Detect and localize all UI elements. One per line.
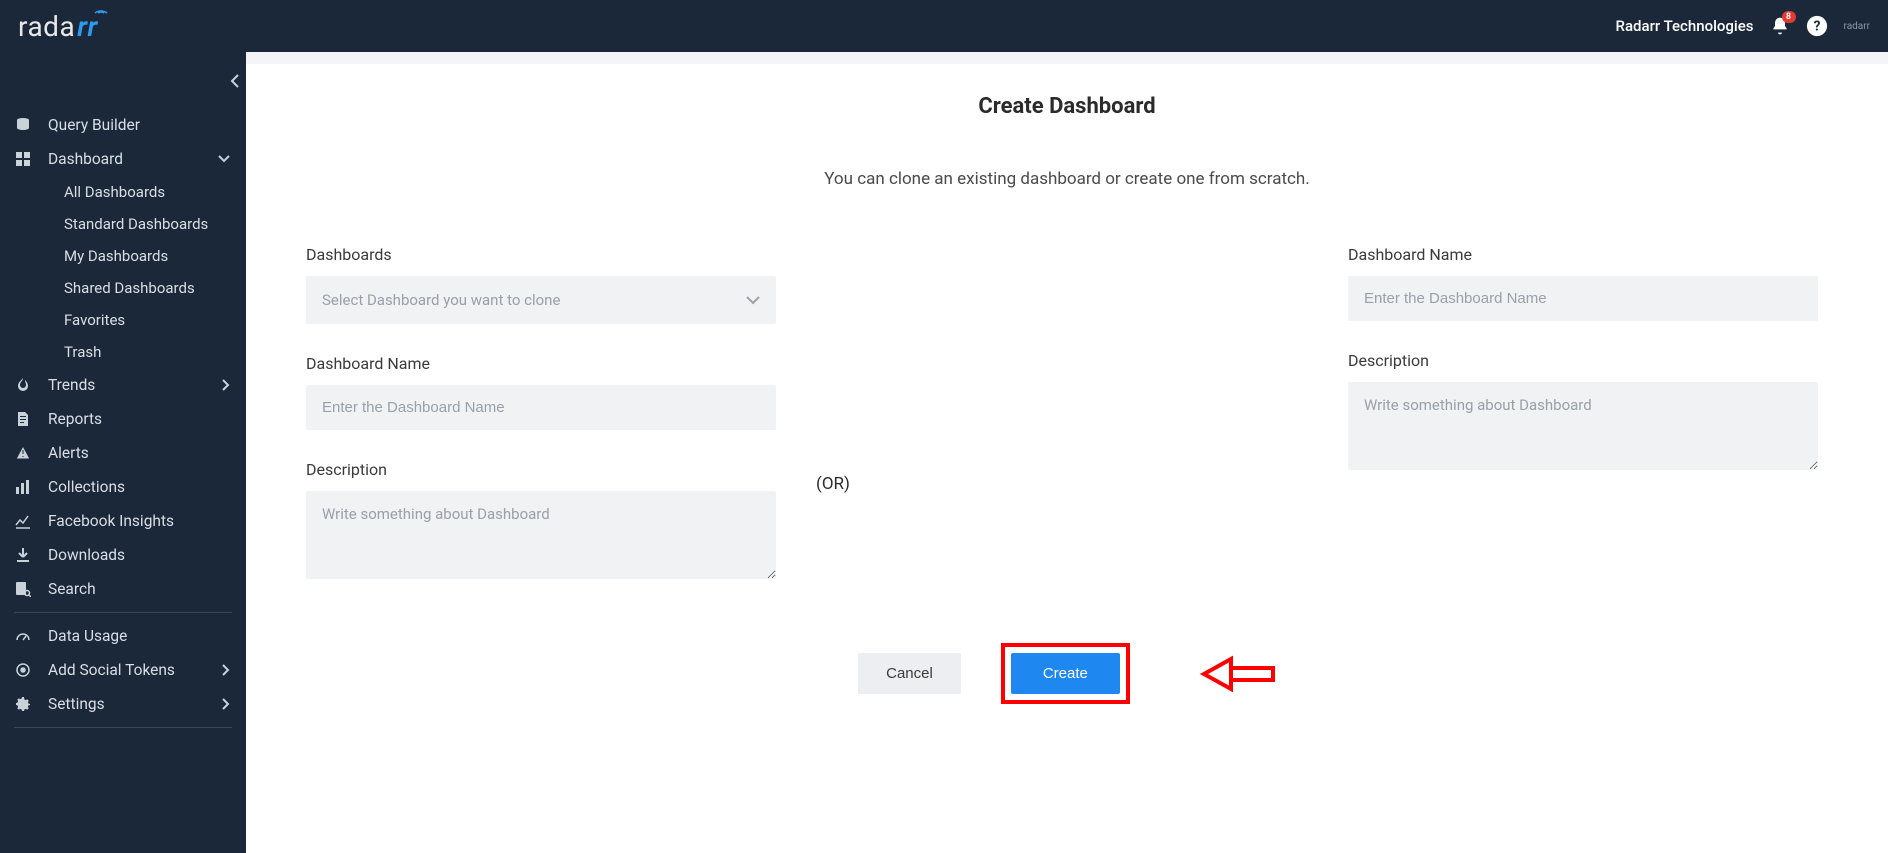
new-desc-label: Description (1348, 351, 1818, 370)
notification-badge: 8 (1782, 11, 1796, 23)
help-button[interactable]: ? (1806, 15, 1828, 37)
grid-icon (14, 150, 32, 168)
clone-desc-label: Description (306, 460, 776, 479)
nav-collections[interactable]: Collections (0, 470, 246, 504)
header-right: Radarr Technologies 8 ? radarr (1616, 15, 1870, 37)
clone-column: Dashboards Select Dashboard you want to … (306, 245, 776, 613)
chevron-down-icon (218, 155, 230, 163)
nav-label: Search (48, 580, 96, 598)
page-title: Create Dashboard (306, 94, 1828, 119)
clone-dashboard-desc-input[interactable] (306, 491, 776, 579)
nav-data-usage[interactable]: Data Usage (0, 619, 246, 653)
gear-icon (14, 695, 32, 713)
nav-dashboard[interactable]: Dashboard (0, 142, 246, 176)
chevron-right-icon (222, 664, 230, 676)
nav-label: Query Builder (48, 116, 140, 134)
org-name[interactable]: Radarr Technologies (1616, 17, 1754, 35)
form-actions: Cancel Create (306, 643, 1828, 704)
nav-query-builder[interactable]: Query Builder (0, 108, 246, 142)
app-header: radarr Radarr Technologies 8 ? radarr (0, 0, 1888, 52)
cancel-button[interactable]: Cancel (858, 653, 961, 694)
nav-add-social-tokens[interactable]: Add Social Tokens (0, 653, 246, 687)
nav-sub-standard-dashboards[interactable]: Standard Dashboards (64, 208, 246, 240)
logo-text-base: rada (18, 10, 75, 43)
new-column: Dashboard Name Description (1348, 245, 1818, 504)
nav-downloads[interactable]: Downloads (0, 538, 246, 572)
nav-sub-my-dashboards[interactable]: My Dashboards (64, 240, 246, 272)
dashboards-select-label: Dashboards (306, 245, 776, 264)
nav-reports[interactable]: Reports (0, 402, 246, 436)
nav-alerts[interactable]: Alerts (0, 436, 246, 470)
nav-dashboard-submenu: All Dashboards Standard Dashboards My Da… (0, 176, 246, 368)
nav-divider (14, 727, 232, 728)
gauge-icon (14, 627, 32, 645)
create-button[interactable]: Create (1011, 653, 1120, 694)
bar-chart-icon (14, 478, 32, 496)
chevron-right-icon (222, 379, 230, 391)
flame-icon (14, 376, 32, 394)
clone-name-label: Dashboard Name (306, 354, 776, 373)
clone-dashboard-name-input[interactable] (306, 385, 776, 430)
nav-settings[interactable]: Settings (0, 687, 246, 721)
notifications-button[interactable]: 8 (1770, 16, 1790, 36)
nav-label: Facebook Insights (48, 512, 174, 530)
dashboards-select[interactable]: Select Dashboard you want to clone (306, 276, 776, 324)
new-name-label: Dashboard Name (1348, 245, 1818, 264)
nav-label: Collections (48, 478, 125, 496)
nav-facebook-insights[interactable]: Facebook Insights (0, 504, 246, 538)
create-dashboard-form: Dashboards Select Dashboard you want to … (306, 245, 1828, 613)
nav-label: Reports (48, 410, 102, 428)
nav-label: Data Usage (48, 627, 127, 645)
document-icon (14, 410, 32, 428)
nav-sub-all-dashboards[interactable]: All Dashboards (64, 176, 246, 208)
nav-label: Alerts (48, 444, 89, 462)
nav-label: Add Social Tokens (48, 661, 175, 679)
nav-search[interactable]: Search (0, 572, 246, 606)
chevron-down-icon (746, 296, 760, 305)
nav-label: Dashboard (48, 150, 123, 168)
nav-sub-trash[interactable]: Trash (64, 336, 246, 368)
search-page-icon (14, 580, 32, 598)
signal-icon (94, 4, 108, 14)
svg-text:?: ? (1813, 19, 1820, 35)
select-placeholder: Select Dashboard you want to clone (322, 291, 560, 309)
annotation-highlight: Create (1001, 643, 1130, 704)
sidebar: Query Builder Dashboard All Dashboards S… (0, 52, 246, 853)
warning-icon (14, 444, 32, 462)
database-icon (14, 116, 32, 134)
annotation-arrow-icon (1196, 654, 1276, 694)
sidebar-collapse-button[interactable] (230, 74, 240, 88)
new-dashboard-desc-input[interactable] (1348, 382, 1818, 470)
nav-divider (14, 612, 232, 613)
nav-trends[interactable]: Trends (0, 368, 246, 402)
download-icon (14, 546, 32, 564)
page-subtitle: You can clone an existing dashboard or c… (306, 169, 1828, 189)
chevron-right-icon (222, 698, 230, 710)
nav-label: Downloads (48, 546, 125, 564)
nav-sub-favorites[interactable]: Favorites (64, 304, 246, 336)
nav-label: Trends (48, 376, 95, 394)
main-content: Create Dashboard You can clone an existi… (246, 64, 1888, 853)
nav-sub-shared-dashboards[interactable]: Shared Dashboards (64, 272, 246, 304)
small-brand-text: radarr (1844, 21, 1871, 32)
logo-text-tail: rr (77, 10, 98, 43)
new-dashboard-name-input[interactable] (1348, 276, 1818, 321)
target-icon (14, 661, 32, 679)
chart-line-icon (14, 512, 32, 530)
app-logo[interactable]: radarr (18, 10, 98, 43)
or-divider: (OR) (776, 474, 890, 494)
nav-label: Settings (48, 695, 105, 713)
sidebar-nav: Query Builder Dashboard All Dashboards S… (0, 72, 246, 734)
